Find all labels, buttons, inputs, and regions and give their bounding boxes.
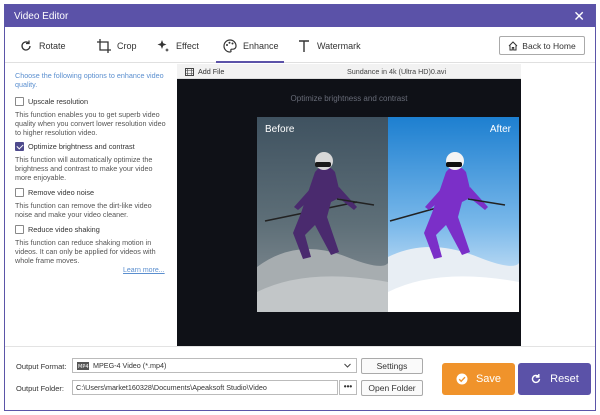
text-t-icon [299,40,309,52]
add-file-button[interactable]: Add File [185,67,224,76]
crop-icon [97,39,111,53]
svg-text:MP4: MP4 [78,364,89,370]
brightness-description: This function will automatically optimiz… [15,155,153,182]
rotate-icon [21,40,31,51]
option-remove-noise[interactable]: Remove video noise [15,188,94,197]
enhance-intro: Choose the following options to enhance … [15,71,164,89]
home-icon [508,40,518,50]
effect-sparkle-icon [157,40,169,52]
brightness-checkbox[interactable] [15,142,24,151]
output-format-label: Output Format: [16,362,67,371]
tool-tabs: Rotate Crop Effect Enhance Watermark Bac… [5,27,595,63]
settings-button[interactable]: Settings [361,358,423,374]
preview-caption: Optimize brightness and contrast [290,94,408,103]
output-format-value: MPEG-4 Video (*.mp4) [93,361,167,370]
open-folder-button[interactable]: Open Folder [361,380,423,396]
before-label: Before [265,124,295,135]
window-title: Video Editor [14,11,69,22]
tab-enhance-label: Enhance [243,41,279,51]
tab-effect[interactable]: Effect [156,35,199,57]
preview-area: Optimize brightness and contrast Before … [177,79,521,346]
before-image [257,117,388,312]
option-optimize-brightness[interactable]: Optimize brightness and contrast [15,142,135,151]
back-to-home-label: Back to Home [522,40,576,51]
option-reduce-shaking[interactable]: Reduce video shaking [15,225,100,234]
shaking-checkbox[interactable] [15,225,24,234]
output-folder-field[interactable]: C:\Users\market160328\Documents\Apeaksof… [72,380,338,395]
reset-icon [531,374,541,384]
close-icon[interactable]: ✕ [573,8,585,25]
tab-enhance[interactable]: Enhance [223,35,279,57]
enhance-options-panel: Choose the following options to enhance … [10,64,172,346]
save-button[interactable]: Save [442,363,515,395]
title-bar: Video Editor ✕ [5,5,595,27]
save-label: Save [475,373,502,385]
noise-checkbox[interactable] [15,188,24,197]
option-upscale-resolution[interactable]: Upscale resolution [15,97,88,106]
tab-crop-label: Crop [117,41,137,51]
bottom-divider [5,346,595,347]
video-editor-window: Video Editor ✕ Rotate Crop Effect Enhanc… [4,4,596,411]
tab-rotate[interactable]: Rotate [19,35,66,57]
upscale-checkbox[interactable] [15,97,24,106]
palette-icon [223,39,237,53]
film-add-icon [185,67,194,76]
preview-header: Add File Sundance in 4k (Ultra HD)0.avi [177,64,521,79]
tab-rotate-label: Rotate [39,41,66,51]
upscale-description: This function enables you to get superb … [15,110,166,137]
tab-crop[interactable]: Crop [97,35,137,57]
reset-label: Reset [550,373,579,385]
video-format-icon: MP4 [77,361,89,370]
after-label: After [489,124,511,135]
add-file-label: Add File [198,67,225,76]
output-format-select[interactable]: MP4 MPEG-4 Video (*.mp4) [72,358,357,373]
check-circle-icon [456,373,468,385]
upscale-label: Upscale resolution [28,97,89,106]
active-tab-indicator [216,61,284,63]
tab-watermark[interactable]: Watermark [297,35,361,57]
reset-button[interactable]: Reset [518,363,591,395]
browse-folder-button[interactable]: ••• [339,380,357,395]
noise-description: This function can remove the dirt-like v… [15,201,152,219]
chevron-down-icon [344,363,351,368]
tab-watermark-label: Watermark [317,41,361,51]
after-image [388,117,519,312]
shaking-description: This function can reduce shaking motion … [15,238,156,265]
noise-label: Remove video noise [28,188,95,197]
current-file-name: Sundance in 4k (Ultra HD)0.avi [347,67,447,76]
tab-effect-label: Effect [176,41,199,51]
comparison-frame: Before After [257,117,519,312]
learn-more-link[interactable]: Learn more... [123,267,165,274]
back-to-home-button[interactable]: Back to Home [499,36,585,55]
brightness-label: Optimize brightness and contrast [28,142,135,151]
output-folder-label: Output Folder: [16,384,64,393]
shaking-label: Reduce video shaking [28,225,100,234]
